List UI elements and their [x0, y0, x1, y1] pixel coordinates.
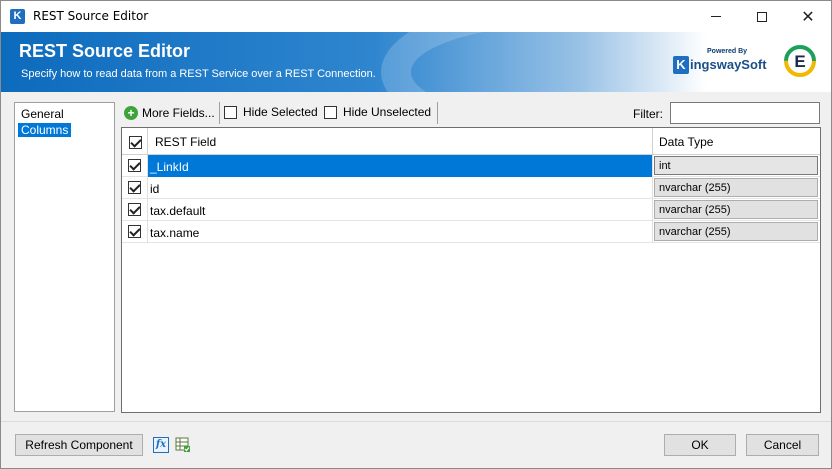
rest-field-cell[interactable]: tax.default: [148, 199, 653, 221]
left-nav-panel: General Columns: [14, 102, 115, 412]
grid-header-row: REST Field Data Type: [122, 128, 820, 155]
ok-button[interactable]: OK: [664, 434, 736, 456]
columns-grid: REST Field Data Type _LinkId int id nvar…: [121, 127, 821, 413]
row-select-cell: [122, 177, 148, 199]
title-bar: K REST Source Editor ✕: [1, 1, 831, 32]
cancel-button[interactable]: Cancel: [746, 434, 819, 456]
expression-fx-icon[interactable]: fx: [153, 437, 169, 453]
rest-field-cell[interactable]: tax.name: [148, 221, 653, 243]
rest-field-cell[interactable]: id: [148, 177, 653, 199]
window-title: REST Source Editor: [33, 9, 149, 23]
refresh-component-button[interactable]: Refresh Component: [15, 434, 143, 456]
select-all-checkbox[interactable]: [129, 136, 142, 149]
hide-selected-checkbox[interactable]: Hide Selected: [224, 105, 318, 119]
column-header-rest-field[interactable]: REST Field: [148, 128, 653, 155]
filter-label: Filter:: [633, 107, 663, 121]
row-select-cell: [122, 221, 148, 243]
row-checkbox[interactable]: [128, 181, 141, 194]
product-logo-letter: E: [794, 52, 805, 71]
data-type-cell[interactable]: nvarchar (255): [654, 178, 818, 197]
data-type-cell[interactable]: nvarchar (255): [654, 222, 818, 241]
hide-unselected-checkbox-box[interactable]: [324, 105, 337, 119]
rest-source-editor-window: K REST Source Editor ✕ REST Source Edito…: [0, 0, 832, 469]
select-all-header: [122, 128, 148, 155]
table-row[interactable]: id nvarchar (255): [122, 177, 820, 199]
close-button[interactable]: ✕: [785, 1, 831, 32]
kingswaysoft-k-icon: K: [673, 56, 689, 74]
toolbar-separator: [219, 102, 220, 124]
close-icon: ✕: [801, 6, 815, 26]
banner-subtitle: Specify how to read data from a REST Ser…: [21, 68, 376, 80]
powered-by-text: Powered By: [707, 48, 748, 55]
row-select-cell: [122, 155, 148, 177]
row-checkbox[interactable]: [128, 159, 141, 172]
nav-item-general[interactable]: General: [18, 107, 67, 121]
rest-field-cell[interactable]: _LinkId: [148, 155, 653, 177]
hide-selected-checkbox-box[interactable]: [224, 105, 237, 119]
more-fields-label: More Fields...: [142, 106, 215, 120]
filter-input[interactable]: [670, 102, 820, 124]
table-row[interactable]: _LinkId int: [122, 155, 820, 177]
product-e-logo-icon: E: [784, 45, 816, 77]
table-row[interactable]: tax.name nvarchar (255): [122, 221, 820, 243]
hide-unselected-label: Hide Unselected: [343, 105, 432, 119]
header-banner: REST Source Editor Specify how to read d…: [1, 32, 831, 92]
minimize-button[interactable]: [693, 1, 739, 32]
table-row[interactable]: tax.default nvarchar (255): [122, 199, 820, 221]
kingswaysoft-app-icon: K: [10, 9, 25, 24]
grid-settings-icon[interactable]: [175, 437, 191, 453]
maximize-button[interactable]: [739, 1, 785, 32]
add-green-plus-icon: +: [124, 106, 138, 120]
toolbar-separator: [437, 102, 438, 124]
hide-selected-label: Hide Selected: [243, 105, 318, 119]
row-checkbox[interactable]: [128, 203, 141, 216]
nav-item-columns[interactable]: Columns: [18, 123, 72, 137]
kingswaysoft-brand-text: ingswaySoft: [690, 57, 767, 72]
row-checkbox[interactable]: [128, 225, 141, 238]
columns-toolbar: + More Fields... Hide Selected Hide Unse…: [121, 102, 821, 124]
minimize-icon: [711, 16, 721, 17]
column-header-data-type[interactable]: Data Type: [653, 128, 820, 155]
more-fields-button[interactable]: + More Fields...: [124, 104, 215, 122]
data-type-cell[interactable]: nvarchar (255): [654, 200, 818, 219]
footer-separator: [1, 421, 831, 422]
banner-title: REST Source Editor: [19, 41, 191, 61]
row-select-cell: [122, 199, 148, 221]
data-type-cell[interactable]: int: [654, 156, 818, 175]
kingswaysoft-logo: Powered By K ingswaySoft: [673, 48, 767, 78]
maximize-icon: [757, 11, 767, 22]
hide-unselected-checkbox[interactable]: Hide Unselected: [324, 105, 431, 119]
